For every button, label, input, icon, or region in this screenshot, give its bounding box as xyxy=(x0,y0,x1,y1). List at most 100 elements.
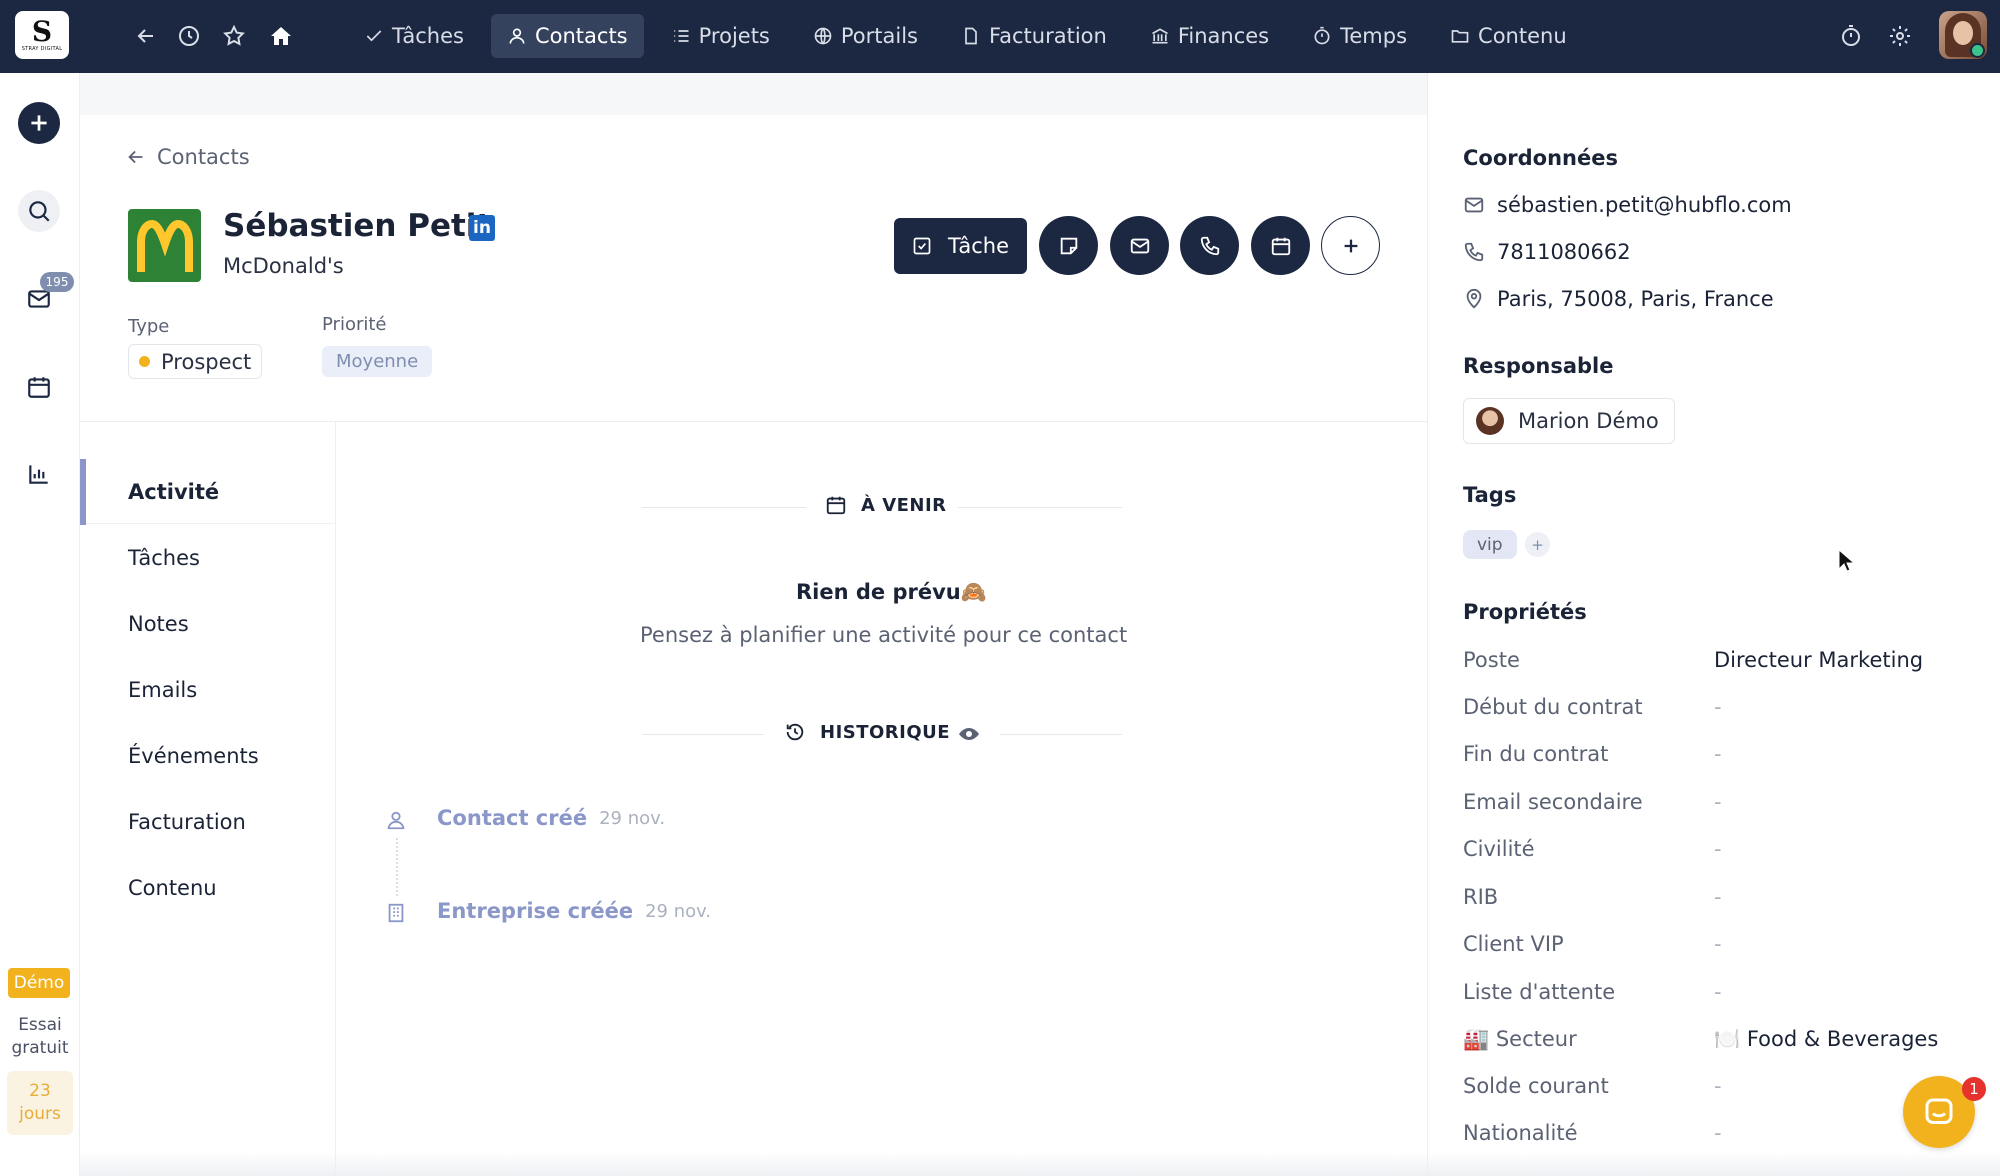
prop-value[interactable]: - xyxy=(1714,695,1722,719)
call-button[interactable] xyxy=(1180,216,1239,275)
user-icon xyxy=(509,28,525,44)
app-logo[interactable]: S STRAY DIGITAL xyxy=(15,11,69,59)
nav-finances[interactable]: Finances xyxy=(1134,14,1285,58)
chat-icon xyxy=(1925,1098,1953,1124)
checkbox-icon xyxy=(913,237,931,255)
tab-notes[interactable]: Notes xyxy=(128,612,189,636)
mail-icon xyxy=(1130,238,1149,253)
nav-taches[interactable]: Tâches xyxy=(348,14,480,58)
active-tab-indicator xyxy=(80,459,86,525)
empty-state-subtitle: Pensez à planifier une activité pour ce … xyxy=(640,623,1128,647)
back-arrow-icon[interactable] xyxy=(132,22,160,50)
mouse-cursor-icon xyxy=(1838,549,1854,572)
history-item[interactable]: Entreprise créée 29 nov. xyxy=(437,899,711,923)
type-label: Type xyxy=(128,316,170,337)
prop-label: Solde courant xyxy=(1463,1074,1609,1098)
nav-contenu[interactable]: Contenu xyxy=(1434,14,1583,58)
prop-value[interactable]: - xyxy=(1714,1121,1722,1145)
prop-label: Poste xyxy=(1463,648,1520,672)
add-event-button[interactable] xyxy=(1251,216,1310,275)
prop-value[interactable]: - xyxy=(1714,932,1722,956)
history-item[interactable]: Contact créé 29 nov. xyxy=(437,806,665,830)
home-icon[interactable] xyxy=(267,22,295,50)
plus-icon xyxy=(31,115,47,131)
tab-activite[interactable]: Activité xyxy=(128,480,219,504)
send-email-button[interactable] xyxy=(1110,216,1169,275)
nav-facturation[interactable]: Facturation xyxy=(945,14,1123,58)
search-button[interactable] xyxy=(18,190,60,232)
stopwatch-icon xyxy=(1314,26,1330,45)
tag-vip[interactable]: vip xyxy=(1463,530,1517,559)
prop-value[interactable]: - xyxy=(1714,837,1722,861)
check-icon xyxy=(366,30,382,42)
nav-temps[interactable]: Temps xyxy=(1296,14,1423,58)
calendar-button[interactable] xyxy=(18,366,60,408)
note-icon xyxy=(1060,237,1077,254)
prop-value[interactable]: - xyxy=(1714,790,1722,814)
history-connector xyxy=(396,838,398,896)
mcdonalds-logo-icon xyxy=(128,209,201,282)
online-status-dot xyxy=(1970,43,1985,58)
nav-contacts[interactable]: Contacts xyxy=(490,14,644,58)
history-rule-left xyxy=(642,734,764,735)
history-icon[interactable] xyxy=(175,22,203,50)
tabs-column: Activité Tâches Notes Emails Événements … xyxy=(80,422,336,1176)
top-strip xyxy=(80,73,1427,115)
tab-emails[interactable]: Emails xyxy=(128,678,197,702)
prop-value[interactable]: Directeur Marketing xyxy=(1714,648,1923,672)
upcoming-rule-left xyxy=(642,507,806,508)
mail-count-badge: 195 xyxy=(40,272,74,292)
prop-value[interactable]: - xyxy=(1714,1074,1722,1098)
star-icon[interactable] xyxy=(220,22,248,50)
company-name[interactable]: McDonald's xyxy=(223,254,344,278)
nav-portails[interactable]: Portails xyxy=(797,14,934,58)
gear-icon[interactable] xyxy=(1886,22,1914,50)
add-task-button[interactable]: Tâche xyxy=(894,218,1027,274)
contact-name: Sébastien Petit xyxy=(223,208,492,244)
type-chip[interactable]: Prospect xyxy=(128,344,263,379)
calendar-icon xyxy=(28,377,50,398)
owner-chip[interactable]: Marion Démo xyxy=(1463,398,1675,444)
tab-contenu[interactable]: Contenu xyxy=(128,876,217,900)
eye-icon[interactable] xyxy=(957,722,981,746)
list-icon xyxy=(673,30,689,42)
reports-button[interactable] xyxy=(18,453,60,495)
map-pin-icon xyxy=(1466,288,1482,309)
file-icon xyxy=(965,27,977,45)
left-rail xyxy=(0,73,80,1176)
calendar-icon xyxy=(826,496,846,515)
history-rule-right xyxy=(1000,734,1122,735)
contact-details-title: Coordonnées xyxy=(1463,146,1618,170)
more-actions-button[interactable] xyxy=(1321,216,1380,275)
tab-facturation[interactable]: Facturation xyxy=(128,810,246,834)
globe-icon xyxy=(814,27,832,45)
nav-projets[interactable]: Projets xyxy=(655,14,786,58)
add-note-button[interactable] xyxy=(1039,216,1098,275)
status-dot xyxy=(139,356,150,367)
folder-icon xyxy=(1451,30,1469,43)
create-button[interactable] xyxy=(18,102,60,144)
prop-label: Email secondaire xyxy=(1463,790,1643,814)
building-icon xyxy=(385,901,407,925)
bank-icon xyxy=(1151,28,1168,44)
phone-row[interactable]: 7811080662 xyxy=(1463,240,1631,264)
plus-icon xyxy=(1344,239,1357,252)
back-to-contacts-link[interactable]: Contacts xyxy=(125,145,250,169)
properties-title: Propriétés xyxy=(1463,600,1587,624)
add-tag-button[interactable]: + xyxy=(1525,532,1550,557)
tab-taches[interactable]: Tâches xyxy=(128,546,200,570)
address-row[interactable]: Paris, 75008, Paris, France xyxy=(1463,287,1774,311)
prop-value[interactable]: - xyxy=(1714,742,1722,766)
empty-state-title: Rien de prévu🙈 xyxy=(796,580,987,604)
linkedin-icon[interactable]: in xyxy=(469,215,495,241)
trial-label: Essai gratuit xyxy=(11,1015,69,1058)
prop-value[interactable]: - xyxy=(1714,885,1722,909)
tab-evenements[interactable]: Événements xyxy=(128,744,259,768)
priority-chip[interactable]: Moyenne xyxy=(322,346,433,377)
active-tab-underline xyxy=(86,523,336,524)
prop-value[interactable]: 🍽️ Food & Beverages xyxy=(1714,1027,1938,1052)
timer-icon[interactable] xyxy=(1837,22,1865,50)
email-row[interactable]: sébastien.petit@hubflo.com xyxy=(1463,193,1792,217)
prop-label: Fin du contrat xyxy=(1463,742,1609,766)
prop-value[interactable]: - xyxy=(1714,980,1722,1004)
